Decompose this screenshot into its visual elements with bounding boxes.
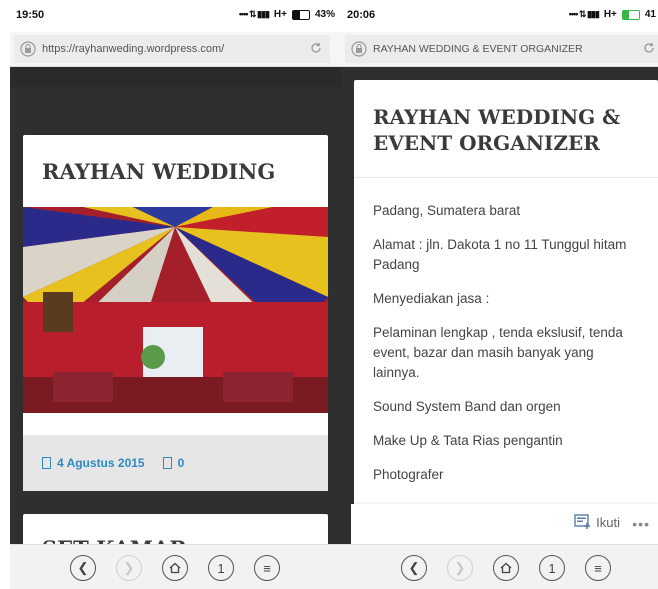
browser-url-bar: https://rayhanweding.wordpress.com/ — [10, 32, 341, 67]
paragraph: Sound System Band dan orgen — [373, 399, 561, 414]
forward-icon[interactable]: ❯ — [116, 555, 142, 581]
post-featured-image[interactable] — [23, 207, 328, 413]
page-viewport: RAYHAN WEDDING & EVENT ORGANIZER Padang,… — [341, 67, 658, 545]
address-field[interactable]: https://rayhanweding.wordpress.com/ — [14, 35, 330, 63]
post-card: RAYHAN WEDDING 4 Agustus 2015 0 — [23, 135, 328, 491]
post-title[interactable]: RAYHAN WEDDING — [42, 159, 275, 184]
paragraph: Alamat : jln. Dakota 1 no 11 Tunggul hit… — [373, 237, 627, 272]
status-indicators: •••• ⇅ ▮▮▮ H+ 43% — [239, 9, 335, 20]
lock-icon — [20, 41, 36, 57]
page-title-line2: EVENT ORGANIZER — [373, 131, 600, 155]
post-comments-link[interactable]: 0 — [162, 456, 185, 470]
page-card: RAYHAN WEDDING & EVENT ORGANIZER Padang,… — [354, 80, 658, 545]
follow-icon — [574, 514, 591, 529]
next-post-card: SET KAMAR — [23, 514, 328, 545]
battery-icon — [621, 9, 640, 20]
address-field[interactable]: RAYHAN WEDDING & EVENT ORGANIZER — [345, 35, 658, 63]
status-time: 20:06 — [347, 9, 376, 21]
battery-percent: 43% — [314, 9, 335, 20]
forward-icon[interactable]: ❯ — [447, 555, 473, 581]
browser-url-bar: RAYHAN WEDDING & EVENT ORGANIZER — [341, 32, 658, 67]
paragraph: Padang, Sumatera barat — [373, 203, 521, 218]
signal-icon: •••• ⇅ ▮▮▮ — [568, 9, 600, 19]
home-icon[interactable] — [493, 555, 519, 581]
post-date: 4 Agustus 2015 — [57, 456, 145, 470]
right-phone-screen: 20:06 •••• ⇅ ▮▮▮ H+ 41 RAYHAN WEDDING & … — [341, 0, 658, 589]
tabs-icon[interactable]: 1 — [208, 555, 234, 581]
follow-label: Ikuti — [596, 514, 620, 530]
page-viewport: RAYHAN WEDDING 4 Agustus 2015 0 — [10, 67, 341, 545]
paragraph: Make Up & Tata Rias pengantin — [373, 433, 563, 448]
title-divider — [354, 177, 658, 178]
network-type: H+ — [273, 9, 287, 20]
paragraph: Menyediakan jasa : — [373, 291, 490, 306]
network-type: H+ — [603, 9, 617, 20]
battery-percent: 41 — [644, 9, 656, 20]
lock-icon — [351, 41, 367, 57]
more-icon[interactable]: ••• — [632, 516, 650, 532]
paragraph: Photografer — [373, 467, 444, 482]
left-phone-screen: 19:50 •••• ⇅ ▮▮▮ H+ 43% https://rayhanwe… — [10, 0, 341, 589]
comment-icon — [162, 457, 172, 469]
signal-icon: •••• ⇅ ▮▮▮ — [238, 9, 270, 19]
page-title-line1: RAYHAN WEDDING & — [373, 105, 621, 129]
browser-bottom-nav: ❮ ❯ 1 ≡ — [10, 544, 341, 589]
tabs-icon[interactable]: 1 — [539, 555, 565, 581]
home-icon[interactable] — [162, 555, 188, 581]
follow-bar: Ikuti ••• — [351, 504, 658, 544]
page-title: RAYHAN WEDDING & EVENT ORGANIZER — [373, 104, 620, 156]
menu-icon[interactable]: ≡ — [585, 555, 611, 581]
battery-icon — [291, 9, 310, 20]
back-icon[interactable]: ❮ — [70, 555, 96, 581]
post-date-link[interactable]: 4 Agustus 2015 — [42, 456, 145, 470]
status-bar: 20:06 •••• ⇅ ▮▮▮ H+ 41 — [341, 0, 658, 32]
url-text: https://rayhanweding.wordpress.com/ — [42, 43, 225, 55]
follow-button[interactable]: Ikuti — [574, 514, 620, 530]
reload-icon[interactable] — [309, 41, 323, 55]
calendar-icon — [42, 457, 51, 469]
back-icon[interactable]: ❮ — [401, 555, 427, 581]
reload-icon[interactable] — [642, 41, 656, 55]
status-bar: 19:50 •••• ⇅ ▮▮▮ H+ 43% — [10, 0, 341, 32]
page-content: Padang, Sumatera barat Alamat : jln. Dak… — [373, 201, 638, 485]
comment-count: 0 — [177, 456, 185, 470]
post-meta: 4 Agustus 2015 0 — [23, 435, 328, 491]
status-indicators: •••• ⇅ ▮▮▮ H+ 41 — [569, 9, 656, 20]
status-time: 19:50 — [16, 9, 45, 21]
url-text: RAYHAN WEDDING & EVENT ORGANIZER — [373, 43, 583, 55]
paragraph: Pelaminan lengkap , tenda ekslusif, tend… — [373, 325, 623, 380]
browser-bottom-nav: ❮ ❯ 1 ≡ — [341, 544, 658, 589]
menu-icon[interactable]: ≡ — [254, 555, 280, 581]
top-strip — [10, 67, 341, 87]
